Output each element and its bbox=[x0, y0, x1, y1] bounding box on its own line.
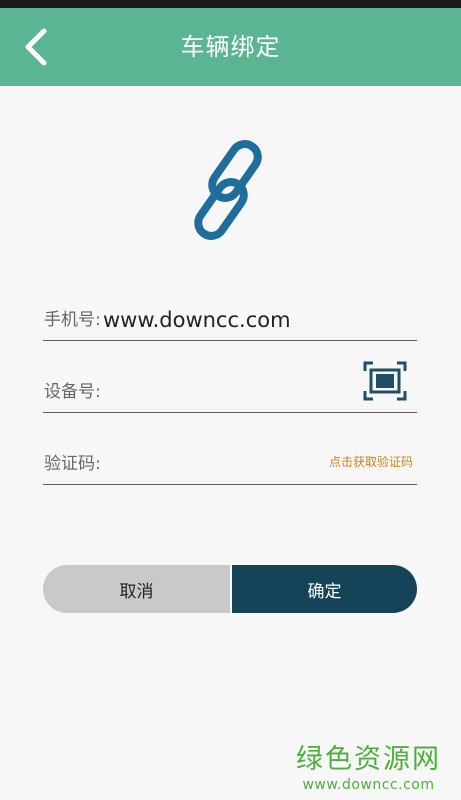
app-header: 车辆绑定 bbox=[0, 8, 461, 86]
phone-field[interactable]: 手机号: www.downcc.com bbox=[43, 300, 417, 341]
page-title: 车辆绑定 bbox=[180, 33, 281, 61]
watermark-title: 绿色资源网 bbox=[296, 744, 441, 775]
watermark-url: www.downcc.com bbox=[302, 777, 435, 793]
cancel-button[interactable]: 取消 bbox=[43, 565, 230, 613]
device-label: 设备号: bbox=[44, 382, 101, 402]
back-button[interactable] bbox=[12, 22, 62, 72]
confirm-button[interactable]: 确定 bbox=[232, 565, 417, 613]
code-label: 验证码: bbox=[44, 454, 101, 474]
status-bar bbox=[0, 0, 461, 8]
chain-link-icon bbox=[194, 140, 262, 240]
back-arrow-icon bbox=[25, 28, 47, 66]
phone-label: 手机号: bbox=[44, 310, 101, 330]
code-field[interactable]: 验证码: 点击获取验证码 bbox=[43, 444, 417, 485]
scan-button[interactable] bbox=[363, 361, 407, 401]
action-buttons: 取消 确定 bbox=[43, 565, 417, 613]
scan-frame-icon bbox=[363, 361, 407, 401]
device-field[interactable]: 设备号: bbox=[43, 361, 417, 413]
get-code-link[interactable]: 点击获取验证码 bbox=[329, 453, 413, 470]
phone-value: www.downcc.com bbox=[103, 308, 291, 332]
watermark: 绿色资源网 www.downcc.com bbox=[296, 744, 441, 794]
